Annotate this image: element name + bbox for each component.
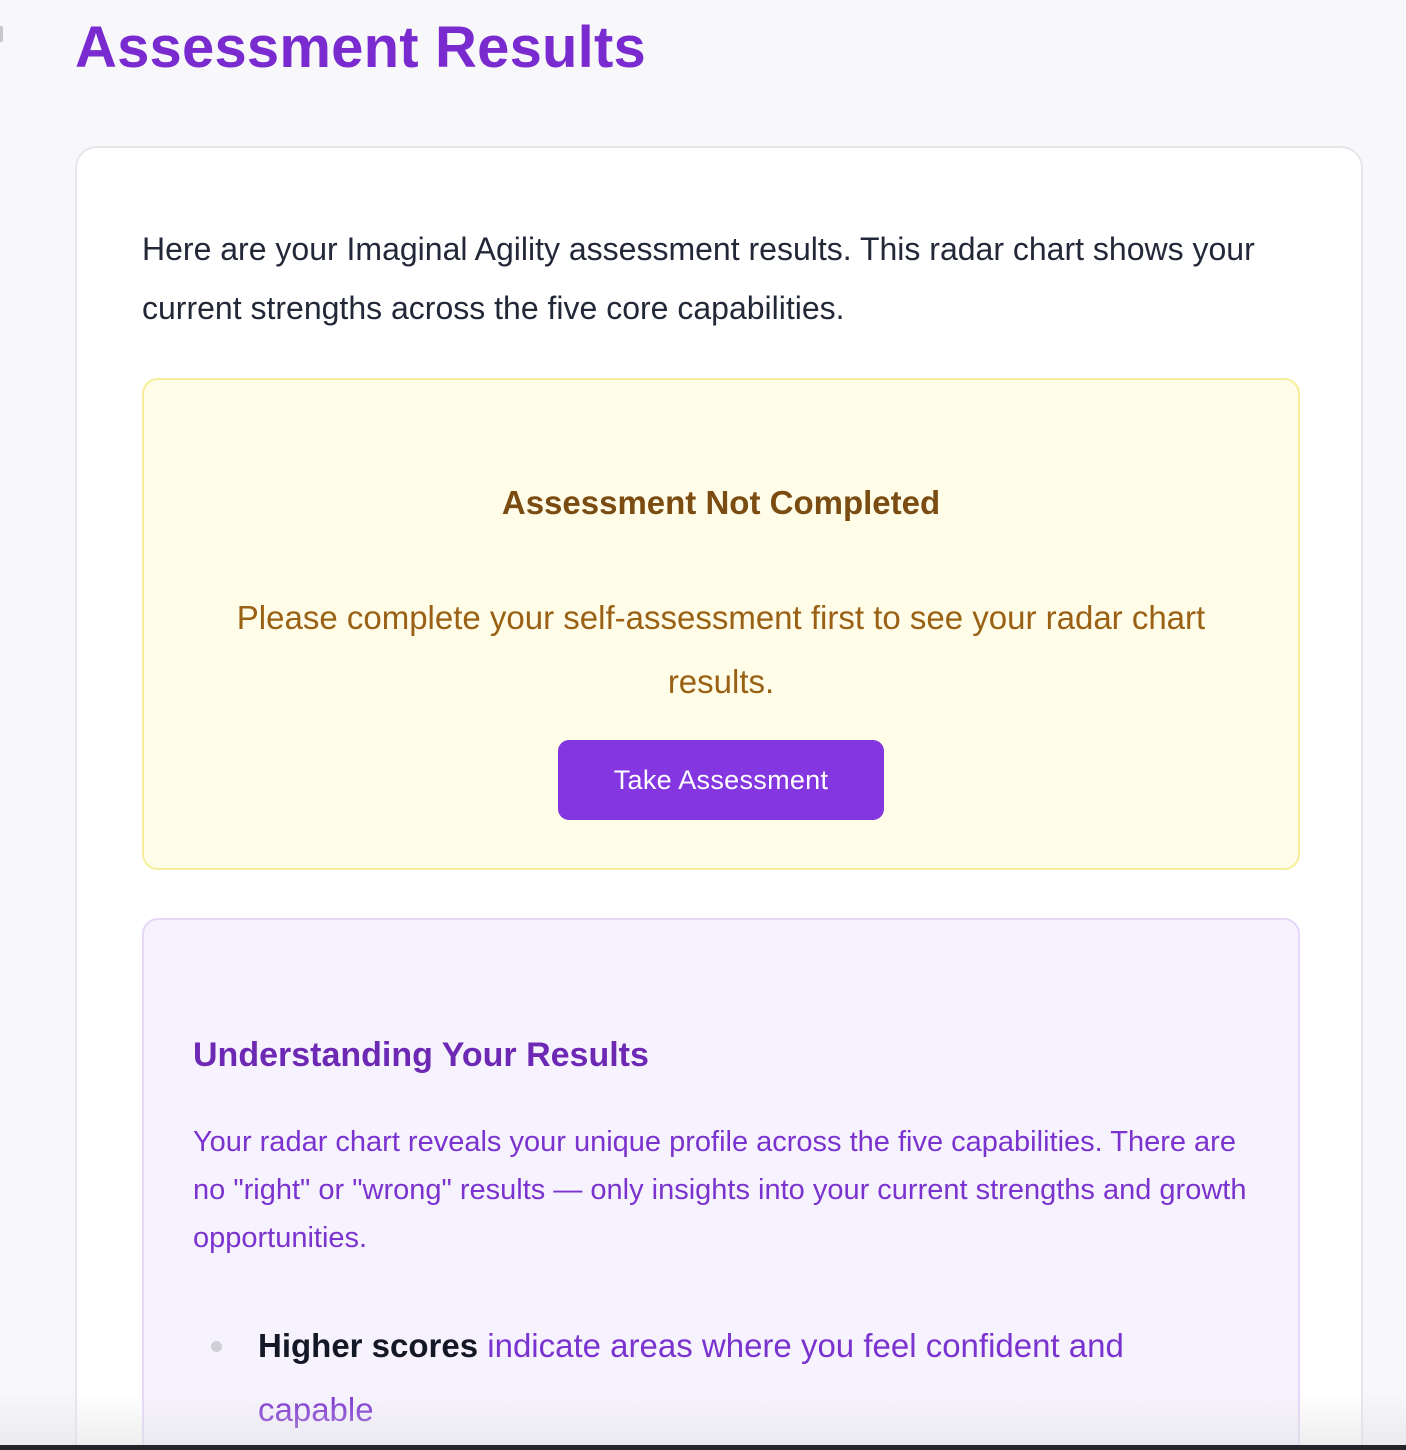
info-text: Your radar chart reveals your unique pro… — [193, 1126, 1247, 1254]
page-title: Assessment Results — [75, 15, 646, 80]
intro-text: Here are your Imaginal Agility assessmen… — [142, 231, 1255, 326]
info-list: Higher scores indicate areas where you f… — [193, 1314, 1233, 1442]
results-card: Here are your Imaginal Agility assessmen… — [75, 146, 1363, 1450]
assessment-notice: Assessment Not Completed Please complete… — [142, 378, 1300, 870]
scroll-edge-indicator — [0, 26, 3, 42]
understanding-results-panel: Understanding Your Results Your radar ch… — [142, 918, 1300, 1450]
take-assessment-button[interactable]: Take Assessment — [558, 740, 884, 820]
notice-title: Assessment Not Completed — [501, 484, 941, 521]
bottom-edge-bar — [0, 1445, 1406, 1450]
notice-message: Please complete your self-assessment fir… — [236, 599, 1206, 700]
info-title: Understanding Your Results — [193, 1036, 649, 1074]
list-item-lead: Higher scores — [258, 1327, 479, 1364]
list-item: Higher scores indicate areas where you f… — [193, 1314, 1233, 1442]
bullet-dot-icon — [211, 1341, 222, 1352]
